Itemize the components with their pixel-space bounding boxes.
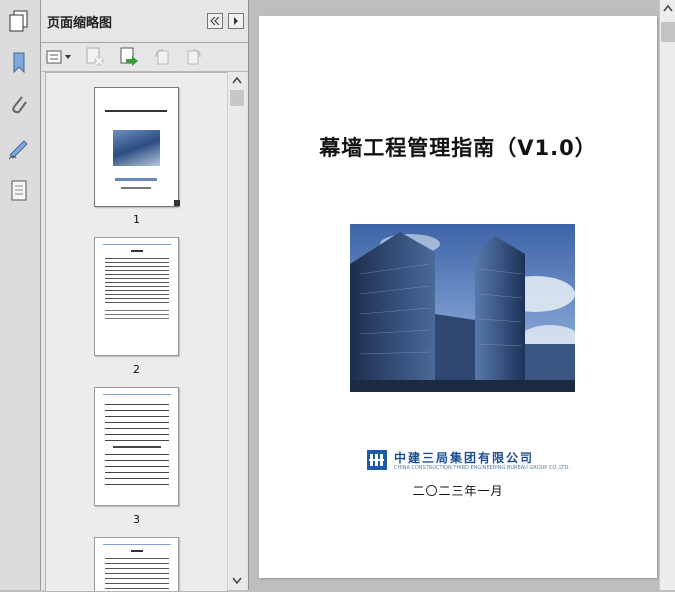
scroll-thumb[interactable] (230, 90, 244, 106)
pages-icon[interactable] (6, 8, 32, 34)
panel-header: 页面缩略图 (41, 0, 248, 43)
page-thumbnails-panel: 页面缩略图 1 2 3 (41, 0, 249, 592)
thumbnail-label: 2 (133, 363, 140, 376)
thumbnail-label: 1 (133, 213, 140, 226)
panel-title: 页面缩略图 (47, 16, 113, 31)
page-thumbnail-3[interactable] (94, 387, 179, 506)
insert-page-icon[interactable] (117, 47, 141, 67)
document-title: 幕墙工程管理指南（V1.0） (319, 136, 597, 160)
document-scrollbar[interactable] (659, 0, 675, 590)
thumbnail-label: 3 (133, 513, 140, 526)
document-view[interactable]: 幕墙工程管理指南（V1.0） 中建三局集团有限公司 CHINA CONSTRUC… (249, 0, 659, 590)
delete-page-icon[interactable] (83, 47, 107, 67)
logo-mark-icon (367, 450, 387, 470)
chevron-right-icon (234, 17, 238, 25)
rotate-ccw-icon[interactable] (151, 47, 173, 67)
thumbnail-image (113, 130, 160, 166)
page-thumbnail-2[interactable] (94, 237, 179, 356)
document-date: 二〇二三年一月 (412, 484, 504, 498)
attachment-icon[interactable] (6, 92, 32, 118)
navigation-toolbar (0, 0, 41, 590)
thumbnail-toolbar (41, 43, 248, 72)
options-menu-icon[interactable] (45, 47, 73, 67)
bookmark-icon[interactable] (6, 50, 32, 76)
rotate-cw-icon[interactable] (183, 47, 205, 67)
page-thumbnail-1[interactable] (94, 87, 180, 207)
collapse-panel-button[interactable] (207, 13, 223, 29)
scroll-up-icon[interactable] (232, 76, 242, 84)
thumbnail-list[interactable]: 1 2 3 (45, 72, 228, 592)
scroll-down-icon[interactable] (232, 577, 242, 585)
company-name-en: CHINA CONSTRUCTION THIRD ENGINEERING BUR… (394, 465, 570, 471)
page-thumbnail-4[interactable] (94, 537, 179, 591)
cover-photo (350, 224, 575, 392)
signature-icon[interactable] (6, 136, 32, 162)
scroll-thumb[interactable] (661, 22, 675, 42)
double-chevron-left-icon (210, 17, 220, 25)
scroll-up-icon[interactable] (663, 4, 673, 12)
expand-panel-button[interactable] (228, 13, 244, 29)
company-logo: 中建三局集团有限公司 CHINA CONSTRUCTION THIRD ENGI… (367, 450, 570, 476)
layers-icon[interactable] (6, 178, 32, 204)
document-page: 幕墙工程管理指南（V1.0） 中建三局集团有限公司 CHINA CONSTRUC… (259, 16, 657, 578)
company-name-cn: 中建三局集团有限公司 (394, 451, 535, 465)
thumbnail-scrollbar[interactable] (227, 72, 246, 590)
